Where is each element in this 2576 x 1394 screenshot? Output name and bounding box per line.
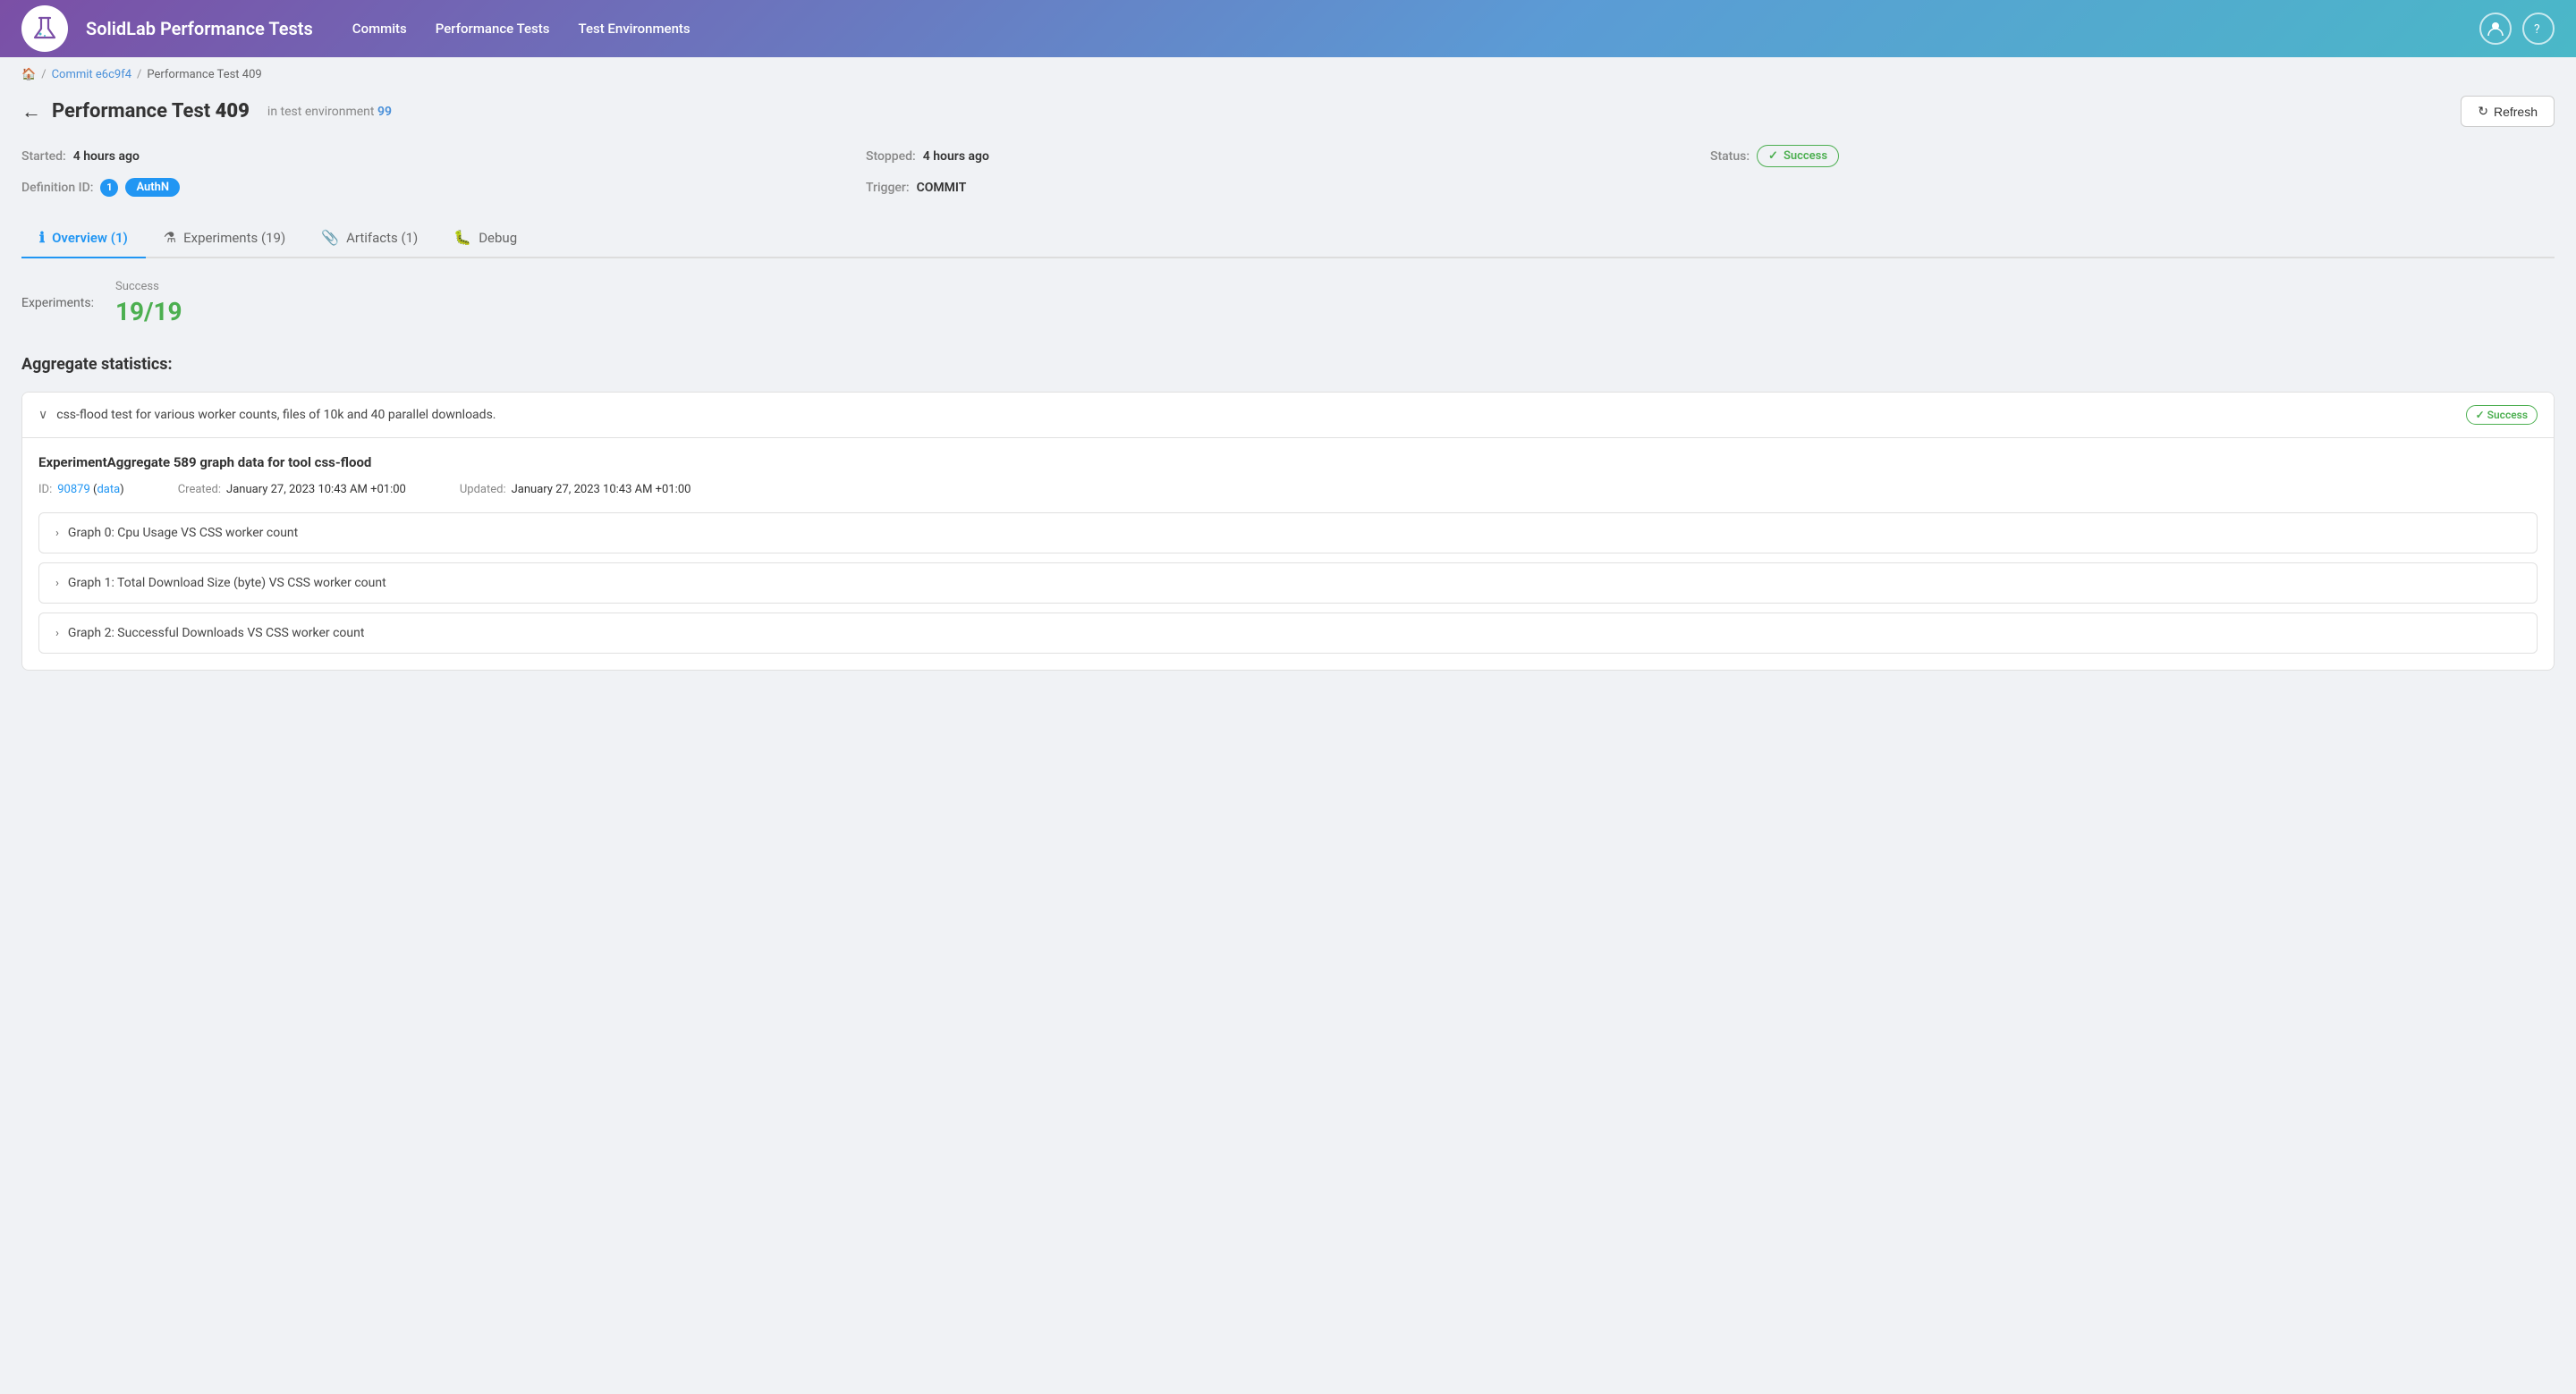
trigger-meta: Trigger: COMMIT [866, 174, 1710, 200]
nav-commits[interactable]: Commits [342, 13, 418, 44]
page-title: Performance Test 409 [52, 100, 250, 123]
app-title: SolidLab Performance Tests [86, 18, 313, 39]
back-button[interactable]: ← [21, 100, 41, 123]
experiment-card: ∨ css-flood test for various worker coun… [21, 392, 2555, 671]
breadcrumb: 🏠 / Commit e6c9f4 / Performance Test 409 [0, 57, 2576, 89]
nav-performance-tests[interactable]: Performance Tests [425, 13, 561, 44]
experiment-meta-row: ID: 90879 (data) Created: January 27, 20… [38, 483, 2538, 496]
chevron-right-icon-2: › [55, 627, 59, 640]
experiment-card-body: ExperimentAggregate 589 graph data for t… [22, 437, 2554, 670]
chevron-right-icon-1: › [55, 577, 59, 590]
experiments-icon: ⚗ [164, 229, 176, 246]
tab-experiments[interactable]: ⚗ Experiments (19) [146, 218, 303, 258]
help-icon[interactable]: ? [2522, 13, 2555, 45]
page-title-prefix: Performance Test [52, 100, 216, 123]
user-icon[interactable] [2479, 13, 2512, 45]
aggregate-data-title: ExperimentAggregate 589 graph data for t… [38, 454, 2538, 470]
definition-id-badge: 1 [100, 179, 118, 197]
started-meta: Started: 4 hours ago [21, 141, 866, 171]
app-logo [21, 5, 68, 52]
experiment-card-header[interactable]: ∨ css-flood test for various worker coun… [22, 393, 2554, 437]
experiment-id-meta: ID: 90879 (data) [38, 483, 124, 496]
overview-icon: ℹ [39, 229, 45, 246]
experiment-header-left: ∨ css-flood test for various worker coun… [38, 408, 496, 422]
overview-section: Experiments: Success 19/19 Aggregate sta… [21, 280, 2555, 671]
experiment-status-badge: ✓ Success [2466, 405, 2538, 425]
status-meta: Status: ✓ Success [1710, 141, 2555, 171]
definition-tag[interactable]: AuthN [125, 178, 180, 197]
env-link[interactable]: 99 [377, 105, 392, 119]
tab-debug[interactable]: 🐛 Debug [436, 218, 535, 258]
main-nav: Commits Performance Tests Test Environme… [342, 13, 701, 44]
svg-text:?: ? [2534, 22, 2540, 37]
experiment-id-link[interactable]: 90879 [57, 483, 90, 496]
page-title-section: ← Performance Test 409 in test environme… [21, 100, 392, 123]
check-icon: ✓ [1768, 149, 1778, 163]
debug-icon: 🐛 [453, 229, 471, 246]
experiments-stat-box: Success 19/19 [115, 280, 182, 326]
graph-row-1[interactable]: › Graph 1: Total Download Size (byte) VS… [38, 562, 2538, 604]
graph-row-0[interactable]: › Graph 0: Cpu Usage VS CSS worker count [38, 512, 2538, 553]
page-title-row: ← Performance Test 409 in test environme… [21, 89, 2555, 141]
experiments-stat: Experiments: Success 19/19 [21, 280, 2555, 326]
tab-artifacts[interactable]: 📎 Artifacts (1) [303, 218, 436, 258]
aggregate-title: Aggregate statistics: [21, 355, 2555, 374]
definition-meta: Definition ID: 1 AuthN [21, 174, 866, 200]
nav-test-environments[interactable]: Test Environments [568, 13, 701, 44]
refresh-button[interactable]: ↻ Refresh [2461, 96, 2555, 127]
header-icons: ? [2479, 13, 2555, 45]
tabs: ℹ Overview (1) ⚗ Experiments (19) 📎 Arti… [21, 218, 2555, 258]
experiment-data-link[interactable]: data [97, 483, 120, 496]
breadcrumb-commit[interactable]: Commit e6c9f4 [52, 68, 131, 81]
main-content: ← Performance Test 409 in test environme… [0, 89, 2576, 1394]
stopped-meta: Stopped: 4 hours ago [866, 141, 1710, 171]
home-icon[interactable]: 🏠 [21, 68, 36, 81]
breadcrumb-current: Performance Test 409 [147, 68, 261, 81]
artifacts-icon: 📎 [321, 229, 339, 246]
flask-icon [30, 14, 59, 43]
status-badge: ✓ Success [1757, 145, 1839, 167]
tab-overview[interactable]: ℹ Overview (1) [21, 218, 146, 258]
graph-row-2[interactable]: › Graph 2: Successful Downloads VS CSS w… [38, 613, 2538, 654]
experiment-created-meta: Created: January 27, 2023 10:43 AM +01:0… [178, 483, 406, 496]
app-header: SolidLab Performance Tests Commits Perfo… [0, 0, 2576, 57]
meta-info: Started: 4 hours ago Stopped: 4 hours ag… [21, 141, 2555, 200]
chevron-down-icon: ∨ [38, 408, 47, 422]
experiment-description: css-flood test for various worker counts… [56, 408, 496, 422]
experiment-updated-meta: Updated: January 27, 2023 10:43 AM +01:0… [460, 483, 691, 496]
refresh-icon: ↻ [2478, 104, 2488, 119]
chevron-right-icon-0: › [55, 527, 59, 540]
page-title-number: 409 [216, 100, 250, 123]
env-badge: in test environment 99 [267, 105, 392, 119]
